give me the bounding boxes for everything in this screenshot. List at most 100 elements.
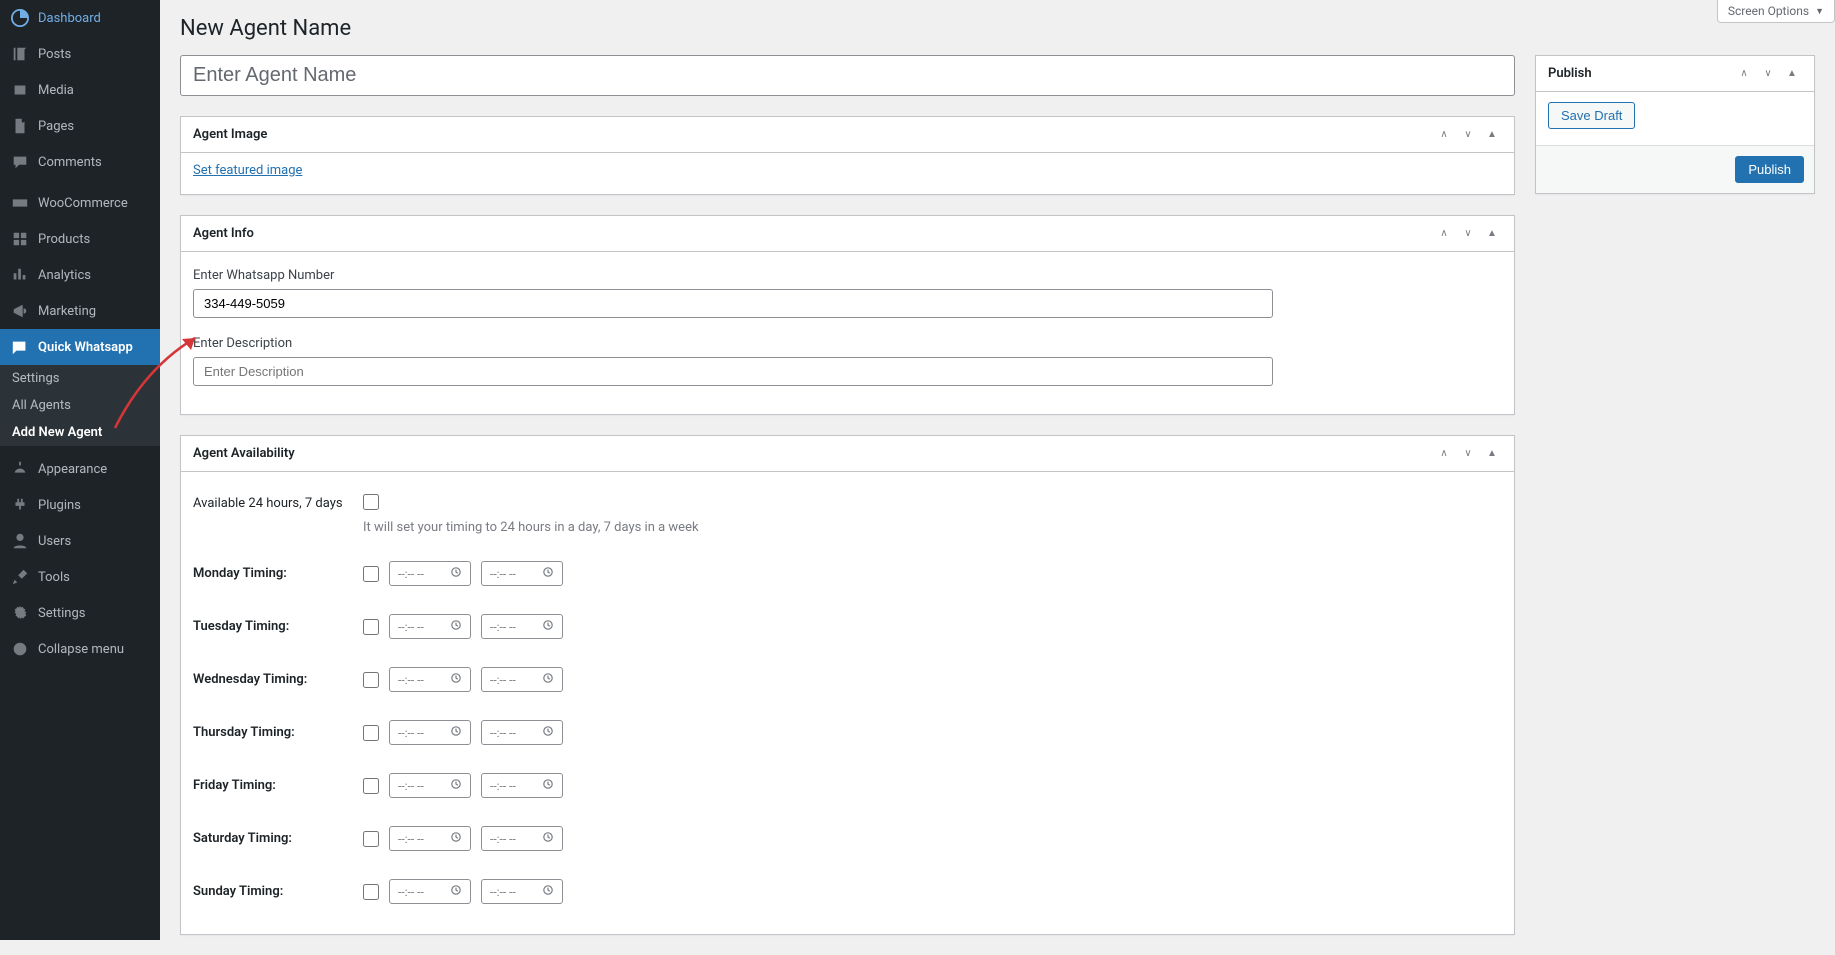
timing-enable-checkbox[interactable] — [363, 778, 379, 794]
toggle-panel-icon[interactable]: ▲ — [1782, 64, 1802, 84]
available-allday-checkbox[interactable] — [363, 494, 379, 510]
toggle-panel-icon[interactable]: ▲ — [1482, 224, 1502, 244]
time-input[interactable]: --:-- -- — [481, 826, 563, 851]
time-input[interactable]: --:-- -- — [389, 826, 471, 851]
publish-title: Publish — [1548, 66, 1592, 81]
move-down-icon[interactable]: ∨ — [1458, 224, 1478, 244]
analytics-icon — [10, 265, 30, 285]
sidebar-item-plugins[interactable]: Plugins — [0, 487, 160, 523]
quick-whatsapp-icon — [10, 337, 30, 357]
sidebar-item-settings[interactable]: Settings — [0, 595, 160, 631]
timing-day-label: Sunday Timing: — [193, 884, 363, 899]
move-up-icon[interactable]: ∧ — [1734, 64, 1754, 84]
sidebar-item-media[interactable]: Media — [0, 72, 160, 108]
sidebar-item-label: WooCommerce — [38, 196, 128, 211]
available-allday-label: Available 24 hours, 7 days — [193, 494, 363, 511]
timing-enable-checkbox[interactable] — [363, 566, 379, 582]
plugins-icon — [10, 495, 30, 515]
sidebar-item-analytics[interactable]: Analytics — [0, 257, 160, 293]
appearance-icon — [10, 459, 30, 479]
move-down-icon[interactable]: ∨ — [1458, 125, 1478, 145]
time-input[interactable]: --:-- -- — [481, 879, 563, 904]
sidebar-subitem-add-new-agent[interactable]: Add New Agent — [0, 419, 160, 446]
sidebar-item-label: Tools — [38, 570, 70, 585]
screen-options-toggle[interactable]: Screen Options ▼ — [1717, 0, 1835, 23]
timing-enable-checkbox[interactable] — [363, 725, 379, 741]
sidebar-subitem-all-agents[interactable]: All Agents — [0, 392, 160, 419]
media-icon — [10, 80, 30, 100]
clock-icon — [450, 672, 462, 687]
time-input[interactable]: --:-- -- — [389, 561, 471, 586]
main-content: Screen Options ▼ New Agent Name Agent Im… — [160, 0, 1835, 940]
sidebar-item-label: Users — [38, 534, 71, 549]
timing-enable-checkbox[interactable] — [363, 619, 379, 635]
clock-icon — [450, 884, 462, 899]
timing-enable-checkbox[interactable] — [363, 672, 379, 688]
posts-icon — [10, 44, 30, 64]
sidebar-subitem-settings[interactable]: Settings — [0, 365, 160, 392]
sidebar-item-dashboard[interactable]: Dashboard — [0, 0, 160, 36]
move-up-icon[interactable]: ∧ — [1434, 224, 1454, 244]
time-placeholder: --:-- -- — [398, 726, 424, 740]
sidebar-item-collapse[interactable]: Collapse menu — [0, 631, 160, 667]
move-up-icon[interactable]: ∧ — [1434, 125, 1454, 145]
sidebar-item-label: Analytics — [38, 268, 91, 283]
timing-enable-checkbox[interactable] — [363, 831, 379, 847]
description-input[interactable] — [193, 357, 1273, 386]
pages-icon — [10, 116, 30, 136]
set-featured-image-link[interactable]: Set featured image — [193, 163, 302, 178]
time-placeholder: --:-- -- — [490, 673, 516, 687]
whatsapp-input[interactable] — [193, 289, 1273, 318]
time-input[interactable]: --:-- -- — [389, 614, 471, 639]
toggle-panel-icon[interactable]: ▲ — [1482, 125, 1502, 145]
sidebar-item-label: Media — [38, 83, 74, 98]
timing-row: Thursday Timing:--:-- ----:-- -- — [193, 706, 1502, 759]
screen-options-label: Screen Options — [1728, 4, 1809, 18]
available-allday-help: It will set your timing to 24 hours in a… — [363, 520, 1502, 535]
time-input[interactable]: --:-- -- — [389, 879, 471, 904]
move-up-icon[interactable]: ∧ — [1434, 444, 1454, 464]
sidebar-item-appearance[interactable]: Appearance — [0, 451, 160, 487]
timing-enable-checkbox[interactable] — [363, 884, 379, 900]
sidebar-item-users[interactable]: Users — [0, 523, 160, 559]
time-input[interactable]: --:-- -- — [389, 667, 471, 692]
sidebar-item-woocommerce[interactable]: WooCommerce — [0, 185, 160, 221]
sidebar-item-label: Dashboard — [38, 11, 101, 26]
time-input[interactable]: --:-- -- — [481, 773, 563, 798]
time-input[interactable]: --:-- -- — [389, 773, 471, 798]
time-input[interactable]: --:-- -- — [481, 667, 563, 692]
sidebar-item-label: Products — [38, 232, 90, 247]
clock-icon — [542, 672, 554, 687]
sidebar-item-marketing[interactable]: Marketing — [0, 293, 160, 329]
whatsapp-label: Enter Whatsapp Number — [193, 268, 1502, 283]
time-placeholder: --:-- -- — [490, 779, 516, 793]
marketing-icon — [10, 301, 30, 321]
clock-icon — [450, 778, 462, 793]
time-input[interactable]: --:-- -- — [389, 720, 471, 745]
move-down-icon[interactable]: ∨ — [1758, 64, 1778, 84]
move-down-icon[interactable]: ∨ — [1458, 444, 1478, 464]
sidebar-item-pages[interactable]: Pages — [0, 108, 160, 144]
publish-button[interactable]: Publish — [1735, 156, 1804, 183]
save-draft-button[interactable]: Save Draft — [1548, 102, 1635, 129]
sidebar-item-label: Collapse menu — [38, 642, 124, 657]
sidebar-item-label: Appearance — [38, 462, 107, 477]
chevron-down-icon: ▼ — [1815, 6, 1824, 17]
agent-name-input[interactable] — [180, 55, 1515, 96]
time-placeholder: --:-- -- — [398, 620, 424, 634]
time-input[interactable]: --:-- -- — [481, 720, 563, 745]
sidebar-item-comments[interactable]: Comments — [0, 144, 160, 180]
timing-row: Tuesday Timing:--:-- ----:-- -- — [193, 600, 1502, 653]
clock-icon — [542, 831, 554, 846]
sidebar-item-quick-whatsapp[interactable]: Quick Whatsapp — [0, 329, 160, 365]
sidebar-item-products[interactable]: Products — [0, 221, 160, 257]
toggle-panel-icon[interactable]: ▲ — [1482, 444, 1502, 464]
time-placeholder: --:-- -- — [490, 726, 516, 740]
time-input[interactable]: --:-- -- — [481, 614, 563, 639]
time-input[interactable]: --:-- -- — [481, 561, 563, 586]
sidebar-item-tools[interactable]: Tools — [0, 559, 160, 595]
timing-day-label: Monday Timing: — [193, 566, 363, 581]
sidebar-item-label: Settings — [38, 606, 85, 621]
sidebar-item-posts[interactable]: Posts — [0, 36, 160, 72]
sidebar-item-label: Plugins — [38, 498, 81, 513]
